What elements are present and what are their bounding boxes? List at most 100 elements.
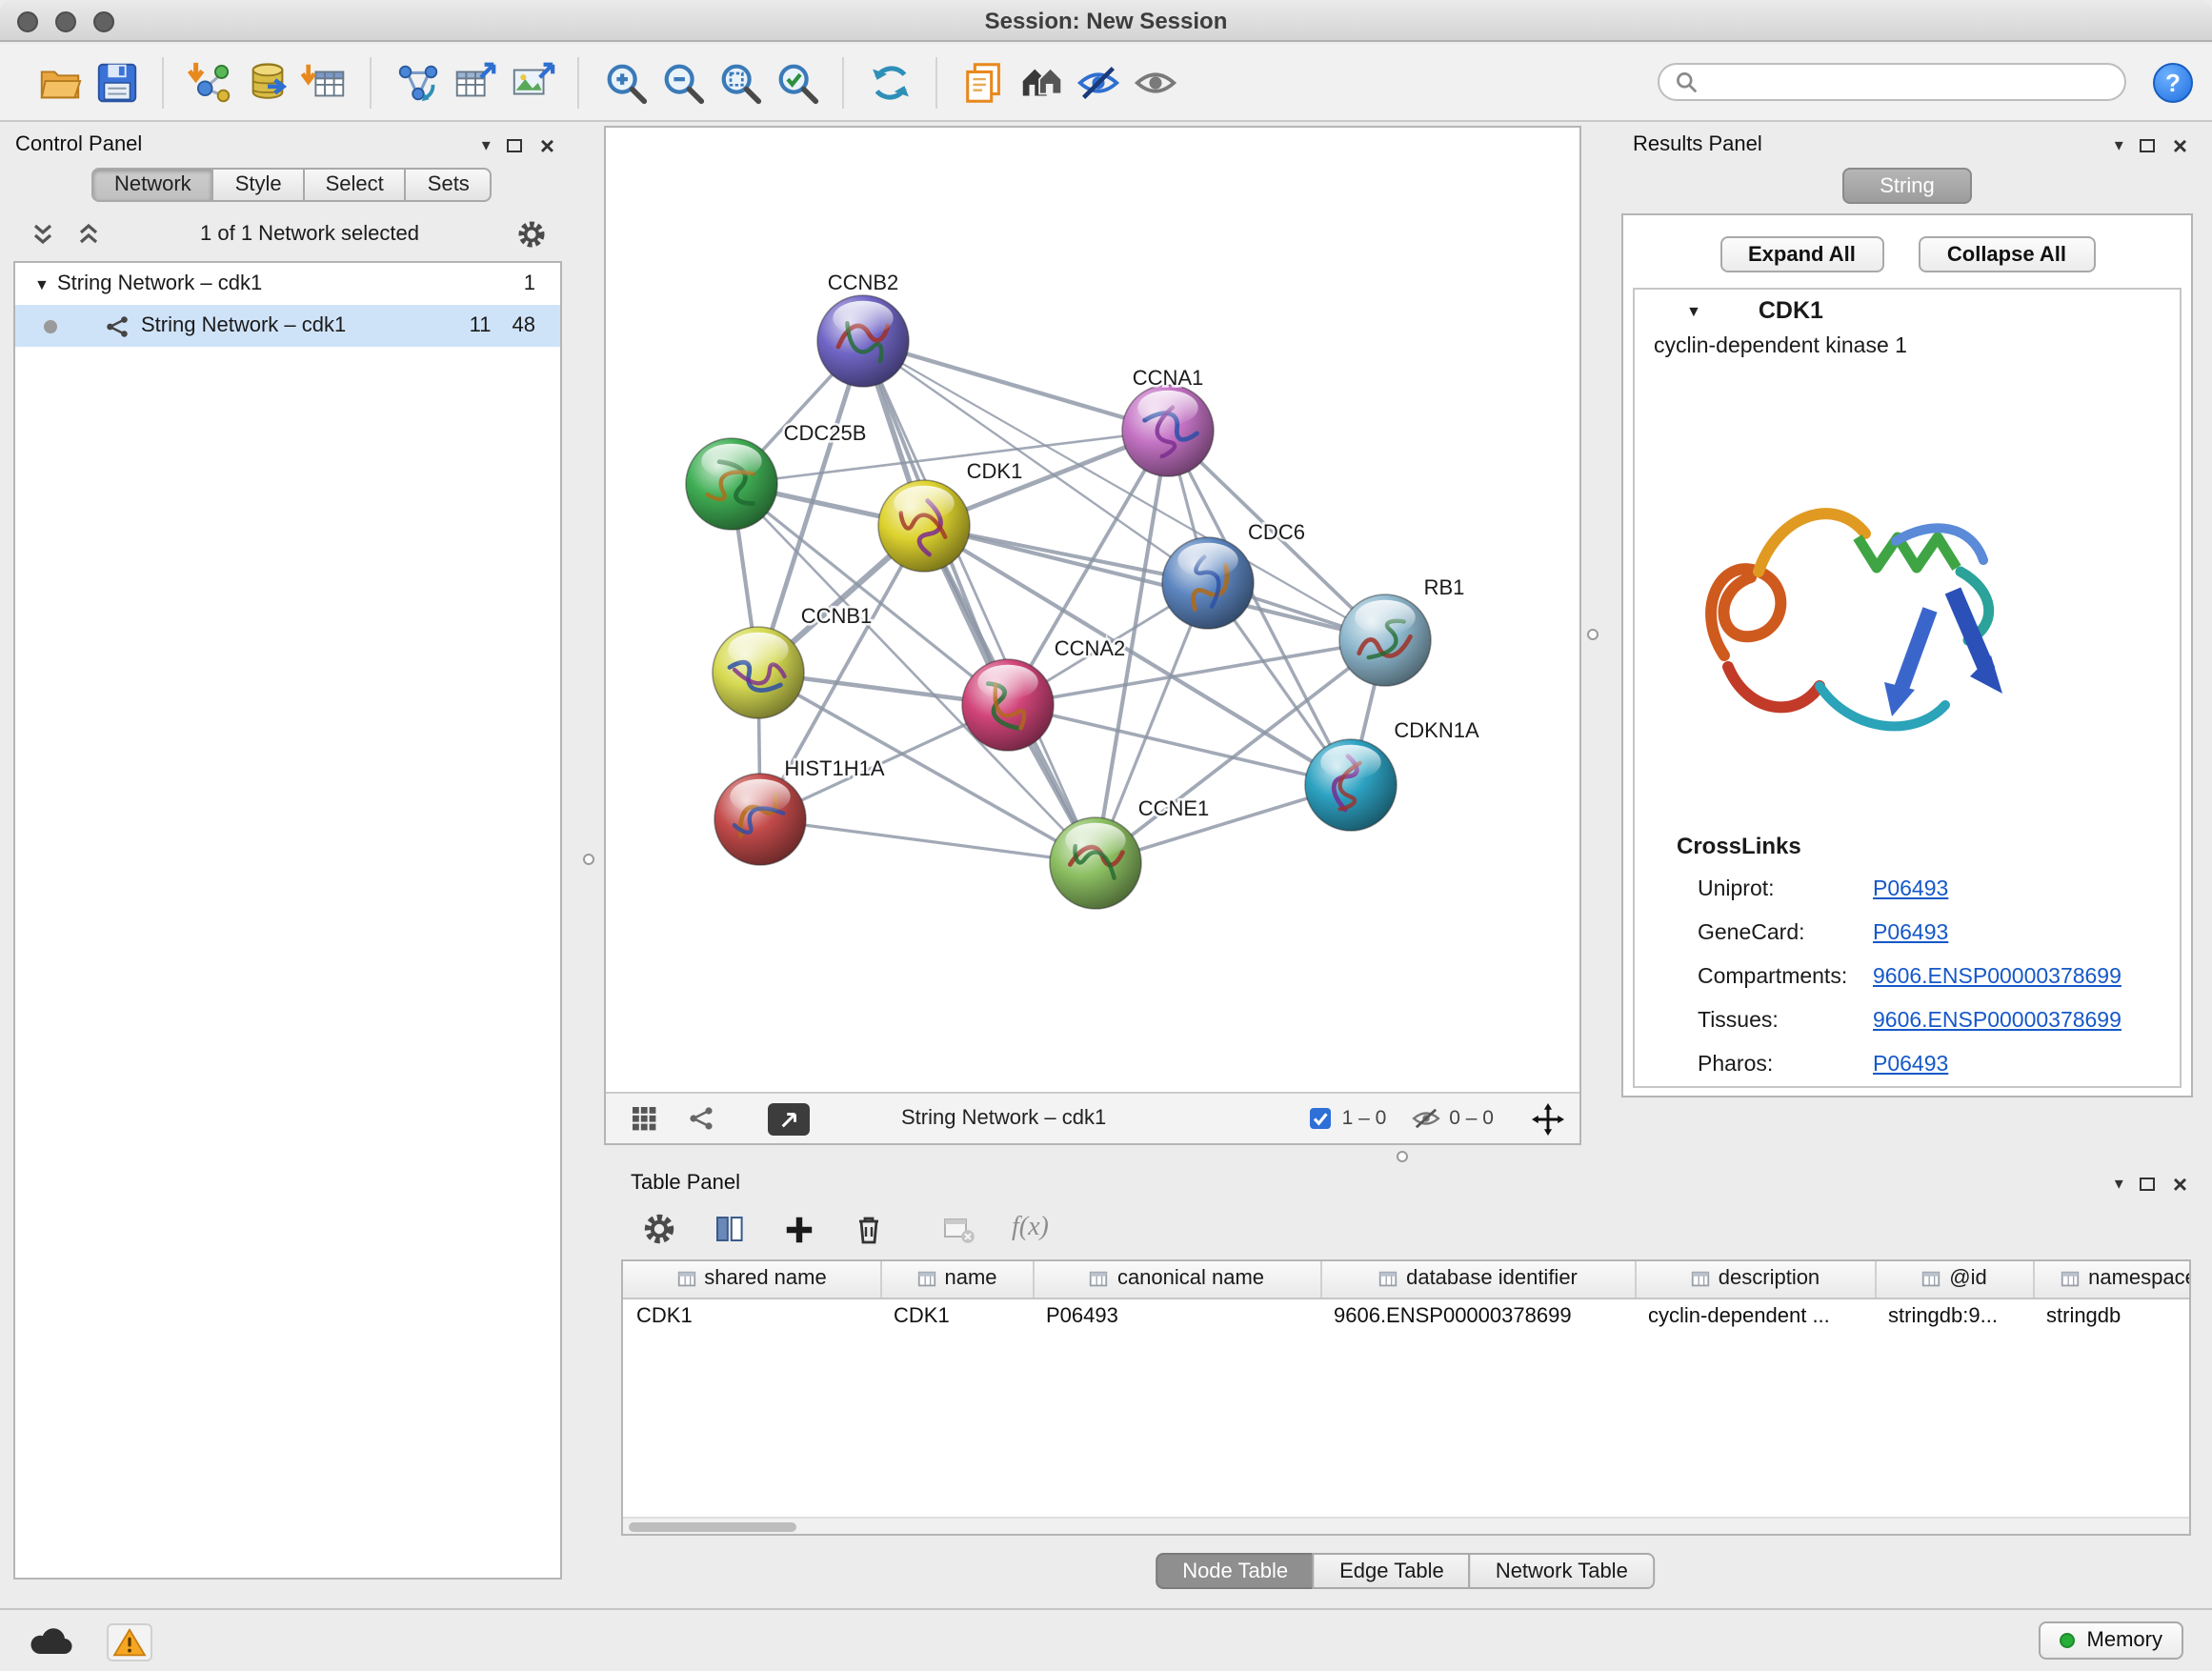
network-node-CCNB2[interactable] bbox=[817, 295, 909, 387]
tab-select[interactable]: Select bbox=[303, 168, 407, 202]
expand-all-icon[interactable] bbox=[29, 221, 57, 248]
graphics-details-icon[interactable] bbox=[631, 1105, 657, 1132]
network-edge[interactable] bbox=[924, 526, 1385, 640]
vertical-splitter-right[interactable] bbox=[1587, 629, 1599, 640]
network-node-CDK1[interactable] bbox=[878, 480, 970, 572]
table-cell[interactable]: CDK1 bbox=[880, 1298, 1033, 1334]
function-builder-icon[interactable]: f(x) bbox=[1012, 1214, 1049, 1244]
network-node-CCNB1[interactable] bbox=[713, 627, 804, 718]
network-node-RB1[interactable] bbox=[1339, 594, 1431, 686]
horizontal-splitter[interactable] bbox=[1397, 1151, 1408, 1162]
open-session-button[interactable] bbox=[30, 50, 88, 114]
add-column-icon[interactable] bbox=[783, 1213, 815, 1245]
zoom-out-button[interactable] bbox=[654, 50, 711, 114]
save-session-button[interactable] bbox=[88, 50, 145, 114]
expand-all-button[interactable]: Expand All bbox=[1719, 236, 1884, 272]
column-header-database-identifier[interactable]: database identifier bbox=[1320, 1261, 1635, 1298]
import-network-database-button[interactable] bbox=[238, 50, 295, 114]
network-node-HIST1H1A[interactable] bbox=[714, 774, 806, 865]
selected-checkbox-icon[interactable] bbox=[1310, 1107, 1333, 1130]
zoom-in-button[interactable] bbox=[596, 50, 654, 114]
network-edge[interactable] bbox=[760, 819, 1096, 863]
collapse-all-icon[interactable] bbox=[74, 221, 103, 248]
panel-float-icon[interactable] bbox=[2141, 1177, 2156, 1190]
tab-node-table[interactable]: Node Table bbox=[1156, 1553, 1315, 1589]
search-input[interactable] bbox=[1707, 70, 2109, 93]
export-image-button[interactable] bbox=[503, 50, 560, 114]
tab-network[interactable]: Network bbox=[91, 168, 214, 202]
network-node-CCNE1[interactable] bbox=[1050, 817, 1141, 909]
home-button[interactable] bbox=[1012, 50, 1069, 114]
help-button[interactable]: ? bbox=[2153, 62, 2193, 102]
column-header-shared-name[interactable]: shared name bbox=[623, 1261, 880, 1298]
panel-menu-icon[interactable]: ▾ bbox=[482, 136, 491, 153]
import-network-file-button[interactable] bbox=[181, 50, 238, 114]
crosslink-value[interactable]: P06493 bbox=[1873, 1053, 1948, 1076]
panel-close-icon[interactable]: × bbox=[540, 132, 554, 157]
tab-network-table[interactable]: Network Table bbox=[1469, 1553, 1655, 1589]
delete-column-icon[interactable] bbox=[852, 1212, 886, 1246]
network-node-CCNA2[interactable] bbox=[962, 659, 1054, 751]
tab-edge-table[interactable]: Edge Table bbox=[1313, 1553, 1471, 1589]
column-header-id[interactable]: @id bbox=[1875, 1261, 2033, 1298]
zoom-fit-button[interactable] bbox=[711, 50, 768, 114]
network-node-CDC25B[interactable] bbox=[686, 438, 777, 530]
vertical-splitter-left[interactable] bbox=[583, 854, 594, 865]
memory-button[interactable]: Memory bbox=[2040, 1621, 2183, 1660]
table-cell[interactable]: stringdb:9... bbox=[1875, 1298, 2033, 1334]
export-table-button[interactable] bbox=[446, 50, 503, 114]
panel-float-icon[interactable] bbox=[2141, 138, 2156, 151]
collapse-all-button[interactable]: Collapse All bbox=[1919, 236, 2095, 272]
horizontal-scrollbar[interactable] bbox=[623, 1517, 2189, 1534]
cloud-status-icon[interactable] bbox=[27, 1625, 76, 1660]
panel-float-icon[interactable] bbox=[508, 138, 523, 151]
network-row-selected[interactable]: String Network – cdk1 11 48 bbox=[15, 305, 560, 347]
panel-menu-icon[interactable]: ▾ bbox=[2115, 136, 2123, 153]
panel-close-icon[interactable]: × bbox=[2173, 1171, 2187, 1196]
move-tool-icon[interactable] bbox=[1532, 1102, 1564, 1135]
column-header-name[interactable]: name bbox=[880, 1261, 1033, 1298]
table-cell[interactable]: 9606.ENSP00000378699 bbox=[1320, 1298, 1635, 1334]
panel-close-icon[interactable]: × bbox=[2173, 132, 2187, 157]
network-edge[interactable] bbox=[1008, 705, 1351, 785]
network-collection-row[interactable]: ▼ String Network – cdk1 1 bbox=[15, 263, 560, 305]
import-table-button[interactable] bbox=[295, 50, 352, 114]
network-overview-icon[interactable] bbox=[688, 1105, 714, 1132]
apply-layout-button[interactable] bbox=[861, 50, 918, 114]
hidden-eye-icon[interactable] bbox=[1411, 1107, 1439, 1130]
network-canvas[interactable]: CCNB2CCNA1CDC25BCDK1CDC6RB1CCNB1CCNA2CDK… bbox=[606, 128, 1579, 1092]
new-network-from-selection-button[interactable] bbox=[389, 50, 446, 114]
panel-menu-icon[interactable]: ▾ bbox=[2115, 1175, 2123, 1192]
tab-sets[interactable]: Sets bbox=[405, 168, 493, 202]
network-node-CDC6[interactable] bbox=[1162, 537, 1254, 629]
table-cell[interactable]: CDK1 bbox=[623, 1298, 880, 1334]
warnings-button[interactable] bbox=[107, 1623, 152, 1661]
show-columns-icon[interactable] bbox=[713, 1212, 747, 1246]
table-cell[interactable]: P06493 bbox=[1033, 1298, 1320, 1334]
column-header-canonical-name[interactable]: canonical name bbox=[1033, 1261, 1320, 1298]
crosslink-value[interactable]: 9606.ENSP00000378699 bbox=[1873, 1009, 2122, 1032]
crosslink-value[interactable]: P06493 bbox=[1873, 921, 1948, 944]
network-edge[interactable] bbox=[863, 341, 1096, 863]
column-header-namespace[interactable]: namespace bbox=[2033, 1261, 2191, 1298]
horizontal-scrollbar-thumb[interactable] bbox=[629, 1522, 796, 1532]
section-expand-icon[interactable]: ▼ bbox=[1686, 302, 1701, 319]
tab-style[interactable]: Style bbox=[212, 168, 305, 202]
duplicate-document-button[interactable] bbox=[955, 50, 1012, 114]
hide-selected-button[interactable] bbox=[1069, 50, 1126, 114]
network-edge[interactable] bbox=[863, 341, 1168, 431]
column-header-description[interactable]: description bbox=[1635, 1261, 1875, 1298]
gene-section-header[interactable]: ▼ CDK1 bbox=[1635, 290, 2180, 332]
show-all-button[interactable] bbox=[1126, 50, 1183, 114]
tree-expand-icon[interactable]: ▼ bbox=[34, 275, 57, 292]
network-node-CDKN1A[interactable] bbox=[1305, 739, 1397, 831]
table-gear-icon[interactable] bbox=[642, 1212, 676, 1246]
table-cell[interactable]: stringdb bbox=[2033, 1298, 2191, 1334]
crosslink-value[interactable]: P06493 bbox=[1873, 877, 1948, 900]
birds-eye-toggle-button[interactable] bbox=[768, 1102, 810, 1135]
results-tab-string[interactable]: String bbox=[1842, 168, 1972, 204]
table-cell[interactable]: cyclin-dependent ... bbox=[1635, 1298, 1875, 1334]
crosslink-value[interactable]: 9606.ENSP00000378699 bbox=[1873, 965, 2122, 988]
node-table[interactable]: shared name name canonical name database… bbox=[621, 1259, 2191, 1536]
zoom-selected-button[interactable] bbox=[768, 50, 825, 114]
